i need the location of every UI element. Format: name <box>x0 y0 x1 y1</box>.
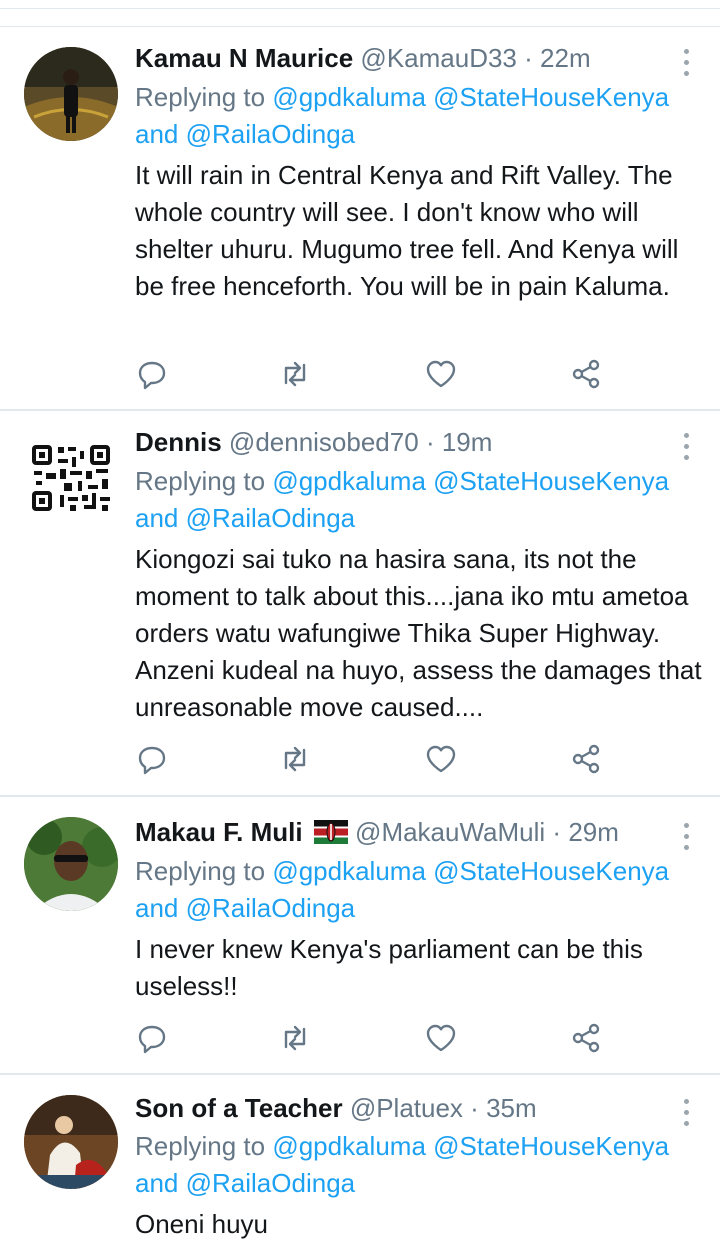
replying-prefix: Replying to <box>135 82 266 112</box>
kenya-flag-icon <box>313 820 348 844</box>
mention-link[interactable]: @RailaOdinga <box>186 503 355 533</box>
mention-link[interactable]: @gpdkaluma <box>272 466 426 496</box>
separator: · <box>470 1093 479 1123</box>
reply-icon[interactable] <box>135 1021 169 1055</box>
heart-icon[interactable] <box>424 1021 458 1055</box>
share-icon[interactable] <box>569 1021 603 1055</box>
and-label: and <box>135 1168 179 1198</box>
mention-link[interactable]: @gpdkaluma <box>272 856 426 886</box>
tweet[interactable]: Makau F. Muli @MakauWaMuli · 29m Replyin… <box>0 797 720 1075</box>
mention-link[interactable]: @gpdkaluma <box>272 1131 426 1161</box>
tweet-header: Kamau N Maurice @KamauD33 · 22m <box>135 41 591 75</box>
user-handle[interactable]: @dennisobed70 <box>229 427 419 457</box>
retweet-icon[interactable] <box>278 1021 312 1055</box>
tweet-header: Makau F. Muli @MakauWaMuli · 29m <box>135 815 619 849</box>
avatar[interactable] <box>24 431 118 525</box>
tweet[interactable]: Kamau N Maurice @KamauD33 · 22m Replying… <box>0 27 720 411</box>
heart-icon[interactable] <box>424 357 458 391</box>
top-divider <box>0 8 720 9</box>
tweet-actions <box>135 357 615 397</box>
separator: · <box>425 427 435 457</box>
display-name[interactable]: Kamau N Maurice <box>135 43 353 73</box>
more-vertical-icon[interactable] <box>676 1099 696 1129</box>
display-name[interactable]: Son of a Teacher <box>135 1093 343 1123</box>
more-vertical-icon[interactable] <box>676 49 696 79</box>
replying-to: Replying to @gpdkaluma @StateHouseKenya … <box>135 463 705 537</box>
more-vertical-icon[interactable] <box>676 823 696 853</box>
timestamp[interactable]: 19m <box>442 427 493 457</box>
tweet-header: Son of a Teacher @Platuex · 35m <box>135 1091 537 1125</box>
and-label: and <box>135 503 179 533</box>
retweet-icon[interactable] <box>278 357 312 391</box>
timestamp[interactable]: 35m <box>486 1093 537 1123</box>
separator: · <box>524 43 533 73</box>
tweet[interactable]: Dennis @dennisobed70 · 19m Replying to @… <box>0 411 720 797</box>
retweet-icon[interactable] <box>278 742 312 776</box>
replying-prefix: Replying to <box>135 856 266 886</box>
avatar[interactable] <box>24 47 118 141</box>
tweet-header: Dennis @dennisobed70 · 19m <box>135 425 492 459</box>
reply-icon[interactable] <box>135 357 169 391</box>
mention-link[interactable]: @StateHouseKenya <box>433 466 669 496</box>
mention-link[interactable]: @RailaOdinga <box>186 893 355 923</box>
mention-link[interactable]: @StateHouseKenya <box>433 82 669 112</box>
and-label: and <box>135 119 179 149</box>
and-label: and <box>135 893 179 923</box>
tweet-text: Kiongozi sai tuko na hasira sana, its no… <box>135 544 702 722</box>
user-handle[interactable]: @KamauD33 <box>360 43 516 73</box>
replying-prefix: Replying to <box>135 466 266 496</box>
display-name[interactable]: Dennis <box>135 427 222 457</box>
tweet-actions <box>135 742 615 782</box>
avatar[interactable] <box>24 817 118 911</box>
more-vertical-icon[interactable] <box>676 433 696 463</box>
replying-prefix: Replying to <box>135 1131 266 1161</box>
mention-link[interactable]: @gpdkaluma <box>272 82 426 112</box>
mention-link[interactable]: @RailaOdinga <box>186 1168 355 1198</box>
separator: · <box>552 817 562 847</box>
tweet-text: I never knew Kenya's parliament can be t… <box>135 934 643 1001</box>
user-handle[interactable]: @Platuex <box>350 1093 463 1123</box>
replying-to: Replying to @gpdkaluma @StateHouseKenya … <box>135 853 705 927</box>
tweet-text: Oneni huyu <box>135 1209 268 1239</box>
reply-icon[interactable] <box>135 742 169 776</box>
share-icon[interactable] <box>569 742 603 776</box>
user-handle[interactable]: @MakauWaMuli <box>355 817 545 847</box>
timestamp[interactable]: 22m <box>540 43 591 73</box>
display-name[interactable]: Makau F. Muli <box>135 817 303 847</box>
tweet-text: It will rain in Central Kenya and Rift V… <box>135 160 679 301</box>
share-icon[interactable] <box>569 357 603 391</box>
tweet[interactable]: Son of a Teacher @Platuex · 35m Replying… <box>0 1075 720 1247</box>
timestamp[interactable]: 29m <box>568 817 619 847</box>
mention-link[interactable]: @RailaOdinga <box>186 119 355 149</box>
mention-link[interactable]: @StateHouseKenya <box>433 856 669 886</box>
tweet-actions <box>135 1021 615 1061</box>
replying-to: Replying to @gpdkaluma @StateHouseKenya … <box>135 1128 705 1202</box>
replying-to: Replying to @gpdkaluma @StateHouseKenya … <box>135 79 705 153</box>
mention-link[interactable]: @StateHouseKenya <box>433 1131 669 1161</box>
avatar[interactable] <box>24 1095 118 1189</box>
heart-icon[interactable] <box>424 742 458 776</box>
